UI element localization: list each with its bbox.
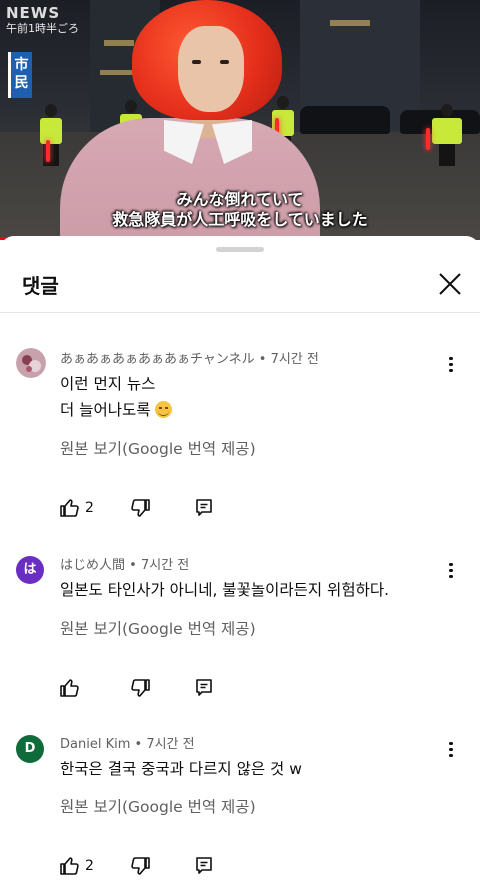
avatar-letter: D bbox=[24, 741, 36, 756]
dislike-button[interactable] bbox=[128, 676, 152, 700]
video-player[interactable]: NEWS 午前1時半ごろ 市民 みんな倒れていて 救急隊員が人工呼吸をしていまし… bbox=[0, 0, 480, 240]
comment-meta: あぁあぁあぁあぁあぁチャンネル • 7시간 전 bbox=[60, 348, 319, 367]
more-options-button[interactable] bbox=[444, 560, 458, 582]
traffic-baton bbox=[426, 128, 430, 150]
smiling-face-emoji-icon bbox=[154, 401, 172, 418]
reply-icon bbox=[196, 679, 212, 696]
comments-sheet: 댓글 あぁあぁあぁあぁあぁチャンネル • 7시간 전 이런 먼지 뉴스 더 늘어… bbox=[0, 236, 480, 888]
avatar[interactable] bbox=[16, 348, 46, 378]
meta-separator: • bbox=[130, 737, 147, 752]
view-original-link[interactable]: 원본 보기(Google 번역 제공) bbox=[60, 795, 256, 817]
more-options-button[interactable] bbox=[444, 354, 458, 376]
police-officer bbox=[40, 104, 62, 166]
subtitle-line: みんな倒れていて bbox=[176, 190, 304, 209]
reply-icon bbox=[196, 499, 212, 516]
view-original-link[interactable]: 원본 보기(Google 번역 제공) bbox=[60, 437, 256, 459]
speaker-tag: 市民 bbox=[8, 52, 32, 98]
reply-button[interactable] bbox=[192, 676, 216, 700]
comment-text: 일본도 타인사가 아니네, 불꽃놀이라든지 위험하다. bbox=[60, 581, 390, 599]
comment-text-line2: 더 늘어나도록 bbox=[60, 398, 172, 420]
meta-separator: • bbox=[125, 558, 141, 573]
like-button[interactable] bbox=[58, 496, 82, 520]
meta-separator: • bbox=[254, 352, 271, 367]
thumbs-down-icon bbox=[131, 857, 150, 875]
close-button[interactable] bbox=[432, 266, 468, 302]
video-subtitle: みんな倒れていて 救急隊員が人工呼吸をしていました bbox=[0, 190, 480, 230]
like-count: 2 bbox=[85, 500, 94, 516]
sheet-title: 댓글 bbox=[22, 274, 59, 298]
more-options-button[interactable] bbox=[444, 739, 458, 761]
avatar-letter: は bbox=[23, 562, 37, 577]
view-original-link[interactable]: 원본 보기(Google 번역 제공) bbox=[60, 617, 256, 639]
thumbs-up-icon bbox=[60, 499, 79, 517]
divider bbox=[0, 312, 480, 313]
thumbs-up-icon bbox=[60, 679, 79, 697]
comment-meta: はじめ人間 • 7시간 전 bbox=[60, 554, 189, 573]
drag-handle[interactable] bbox=[216, 247, 264, 252]
time-caption: 午前1時半ごろ bbox=[6, 22, 79, 35]
dislike-button[interactable] bbox=[128, 496, 152, 520]
comment-text: 이런 먼지 뉴스 bbox=[60, 375, 156, 393]
like-button[interactable] bbox=[58, 676, 82, 700]
like-count: 2 bbox=[85, 858, 94, 874]
avatar[interactable]: D bbox=[16, 735, 44, 763]
reply-button[interactable] bbox=[192, 496, 216, 520]
like-button[interactable] bbox=[58, 854, 82, 878]
thumbs-down-icon bbox=[131, 499, 150, 517]
comment-text: 한국은 결국 중국과 다르지 않은 것 w bbox=[60, 760, 302, 778]
reply-button[interactable] bbox=[192, 854, 216, 878]
comment-time: 7시간 전 bbox=[146, 737, 195, 752]
reply-icon bbox=[196, 857, 212, 874]
comment-time: 7시간 전 bbox=[270, 352, 319, 367]
comment-time: 7시간 전 bbox=[140, 558, 190, 573]
thumbs-down-icon bbox=[131, 679, 150, 697]
traffic-baton bbox=[46, 140, 50, 162]
comment-author[interactable]: はじめ人間 bbox=[60, 558, 125, 573]
comment-author[interactable]: あぁあぁあぁあぁあぁチャンネル bbox=[60, 352, 255, 367]
comment-text: 더 늘어나도록 bbox=[60, 401, 151, 419]
subtitle-line: 救急隊員が人工呼吸をしていました bbox=[112, 210, 368, 229]
close-x-icon bbox=[439, 273, 461, 295]
comment-author[interactable]: Daniel Kim bbox=[60, 737, 130, 752]
avatar[interactable]: は bbox=[16, 556, 44, 584]
comment-meta: Daniel Kim • 7시간 전 bbox=[60, 733, 195, 752]
dislike-button[interactable] bbox=[128, 854, 152, 878]
building-light bbox=[330, 20, 370, 26]
thumbs-up-icon bbox=[60, 857, 79, 875]
police-officer bbox=[432, 104, 462, 166]
avatar-image bbox=[16, 348, 46, 378]
